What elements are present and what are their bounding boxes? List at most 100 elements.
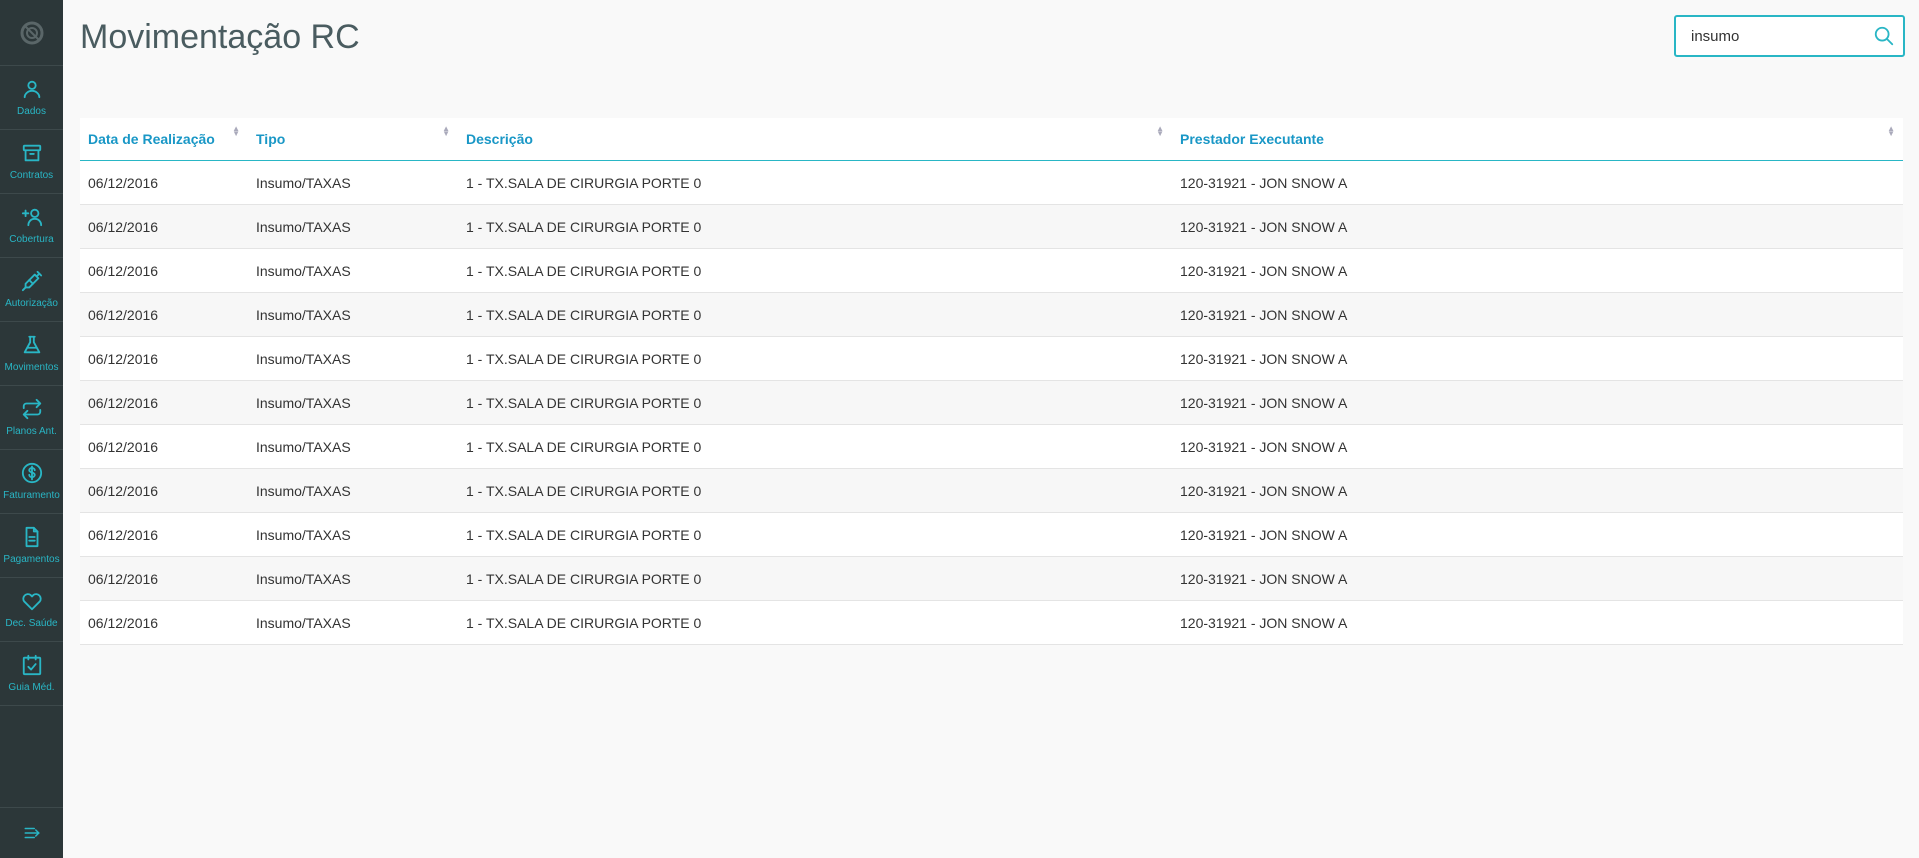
heart-icon: [21, 593, 42, 611]
search-icon: [1874, 26, 1894, 46]
table-cell: 1 - TX.SALA DE CIRURGIA PORTE 0: [458, 380, 1172, 425]
table-cell: 06/12/2016: [80, 248, 248, 293]
sort-icon: ▲ ▼: [442, 124, 450, 138]
table-row[interactable]: 06/12/2016 Insumo/TAXAS 1 - TX.SALA DE CIR…: [80, 248, 1903, 293]
table-cell: 06/12/2016: [80, 600, 248, 645]
table-cell: 06/12/2016: [80, 556, 248, 601]
table-row[interactable]: 06/12/2016 Insumo/TAXAS 1 - TX.SALA DE CIR…: [80, 600, 1903, 645]
sidebar-item-label: Guia Méd.: [8, 682, 55, 693]
table-cell: 120-31921 - JON SNOW A: [1172, 600, 1903, 645]
table-cell: 120-31921 - JON SNOW A: [1172, 336, 1903, 381]
table-cell: 120-31921 - JON SNOW A: [1172, 248, 1903, 293]
sidebar-item-cobertura[interactable]: Cobertura: [0, 194, 63, 258]
sidebar-item-label: Pagamentos: [3, 554, 60, 565]
table-row[interactable]: 06/12/2016 Insumo/TAXAS 1 - TX.SALA DE CIR…: [80, 380, 1903, 425]
table-cell: 1 - TX.SALA DE CIRURGIA PORTE 0: [458, 248, 1172, 293]
table-cell: 06/12/2016: [80, 512, 248, 557]
main-content: Movimentação RC Data de Realização ▲▼ Tip…: [63, 0, 1919, 858]
sidebar-item-guia-med[interactable]: Guia Méd.: [0, 642, 63, 706]
table-cell: 1 - TX.SALA DE CIRURGIA PORTE 0: [458, 424, 1172, 469]
sidebar-item-dados[interactable]: Dados: [0, 66, 63, 130]
table-cell: 06/12/2016: [80, 292, 248, 337]
search-box: [1674, 15, 1905, 57]
sidebar-item-movimentos[interactable]: Movimentos: [0, 322, 63, 386]
table-cell: 120-31921 - JON SNOW A: [1172, 424, 1903, 469]
table-row[interactable]: 06/12/2016 Insumo/TAXAS 1 - TX.SALA DE CIR…: [80, 160, 1903, 205]
sidebar: Dados Contratos Cobertura Autorização Mo…: [0, 0, 63, 858]
table-cell: 1 - TX.SALA DE CIRURGIA PORTE 0: [458, 292, 1172, 337]
sidebar-item-autorizacao[interactable]: Autorização: [0, 258, 63, 322]
sidebar-item-label: Cobertura: [9, 234, 54, 245]
table-row[interactable]: 06/12/2016 Insumo/TAXAS 1 - TX.SALA DE CIR…: [80, 336, 1903, 381]
flask-icon: [23, 335, 40, 354]
user-icon: [23, 80, 40, 99]
table-cell: 1 - TX.SALA DE CIRURGIA PORTE 0: [458, 160, 1172, 205]
table-cell: 1 - TX.SALA DE CIRURGIA PORTE 0: [458, 204, 1172, 249]
sidebar-item-faturamento[interactable]: Faturamento: [0, 450, 63, 514]
dollar-icon: [21, 462, 42, 484]
sort-icon: ▲ ▼: [1887, 124, 1895, 138]
sidebar-item-pagamentos[interactable]: Pagamentos: [0, 514, 63, 578]
table-row[interactable]: 06/12/2016 Insumo/TAXAS 1 - TX.SALA DE CIR…: [80, 424, 1903, 469]
table-cell: Insumo/TAXAS: [248, 424, 458, 469]
table-cell: 06/12/2016: [80, 468, 248, 513]
sidebar-item-label: Autorização: [5, 298, 58, 309]
sort-icon: ▲ ▼: [232, 124, 240, 138]
table-cell: 1 - TX.SALA DE CIRURGIA PORTE 0: [458, 600, 1172, 645]
table-cell: Insumo/TAXAS: [248, 204, 458, 249]
calendar-check-icon: [22, 654, 41, 676]
table-cell: Insumo/TAXAS: [248, 380, 458, 425]
table-cell: Insumo/TAXAS: [248, 292, 458, 337]
expand-menu-icon: [24, 827, 40, 839]
table-cell: 120-31921 - JON SNOW A: [1172, 512, 1903, 557]
column-header-data-realizacao[interactable]: Data de Realização ▲ ▼: [80, 118, 248, 161]
search-input[interactable]: [1676, 26, 1865, 46]
table-cell: 120-31921 - JON SNOW A: [1172, 292, 1903, 337]
column-header-descricao[interactable]: Descrição ▲ ▼: [458, 118, 1172, 161]
sidebar-item-contratos[interactable]: Contratos: [0, 130, 63, 194]
sidebar-item-label: Dec. Saúde: [5, 618, 58, 629]
column-header-label: Descrição: [466, 131, 533, 147]
table-cell: 1 - TX.SALA DE CIRURGIA PORTE 0: [458, 336, 1172, 381]
logo-icon: [20, 21, 43, 44]
column-header-label: Tipo: [256, 131, 286, 147]
table-cell: Insumo/TAXAS: [248, 468, 458, 513]
column-header-tipo[interactable]: Tipo ▲ ▼: [248, 118, 458, 161]
table-body: 06/12/2016 Insumo/TAXAS 1 - TX.SALA DE CIR…: [80, 160, 1903, 645]
table-cell: 06/12/2016: [80, 424, 248, 469]
table-cell: 1 - TX.SALA DE CIRURGIA PORTE 0: [458, 556, 1172, 601]
column-header-label: Prestador Executante: [1180, 131, 1324, 147]
table-cell: 120-31921 - JON SNOW A: [1172, 204, 1903, 249]
exchange-icon: [22, 398, 41, 420]
table-row[interactable]: 06/12/2016 Insumo/TAXAS 1 - TX.SALA DE CIR…: [80, 556, 1903, 601]
logo[interactable]: [0, 0, 63, 66]
sidebar-item-label: Faturamento: [3, 490, 60, 501]
table-row[interactable]: 06/12/2016 Insumo/TAXAS 1 - TX.SALA DE CIR…: [80, 512, 1903, 557]
archive-icon: [22, 144, 41, 162]
table-row[interactable]: 06/12/2016 Insumo/TAXAS 1 - TX.SALA DE CIR…: [80, 468, 1903, 513]
sidebar-item-label: Contratos: [9, 170, 54, 181]
document-icon: [25, 526, 38, 548]
page-title: Movimentação RC: [80, 18, 360, 56]
search-button[interactable]: [1865, 17, 1903, 55]
sidebar-item-label: Movimentos: [4, 362, 59, 373]
sidebar-toggle[interactable]: [0, 807, 63, 858]
sidebar-item-dec-saude[interactable]: Dec. Saúde: [0, 578, 63, 642]
table-cell: 06/12/2016: [80, 336, 248, 381]
table-cell: Insumo/TAXAS: [248, 512, 458, 557]
table-row[interactable]: 06/12/2016 Insumo/TAXAS 1 - TX.SALA DE CIR…: [80, 204, 1903, 249]
table-cell: 120-31921 - JON SNOW A: [1172, 468, 1903, 513]
table-cell: 120-31921 - JON SNOW A: [1172, 160, 1903, 205]
table-header-row: Data de Realização ▲ ▼ Tipo ▲ ▼ Descrição ▲ ▼ …: [80, 118, 1903, 161]
table-cell: Insumo/TAXAS: [248, 556, 458, 601]
table-cell: 1 - TX.SALA DE CIRURGIA PORTE 0: [458, 468, 1172, 513]
syringe-icon: [21, 270, 42, 292]
table-cell: 06/12/2016: [80, 380, 248, 425]
table-cell: Insumo/TAXAS: [248, 160, 458, 205]
table-cell: 120-31921 - JON SNOW A: [1172, 380, 1903, 425]
table-cell: Insumo/TAXAS: [248, 336, 458, 381]
table-row[interactable]: 06/12/2016 Insumo/TAXAS 1 - TX.SALA DE CIR…: [80, 292, 1903, 337]
column-header-prestador[interactable]: Prestador Executante ▲ ▼: [1172, 118, 1903, 161]
column-header-label: Data de Realização: [88, 131, 215, 147]
sidebar-item-planos-ant[interactable]: Planos Ant.: [0, 386, 63, 450]
